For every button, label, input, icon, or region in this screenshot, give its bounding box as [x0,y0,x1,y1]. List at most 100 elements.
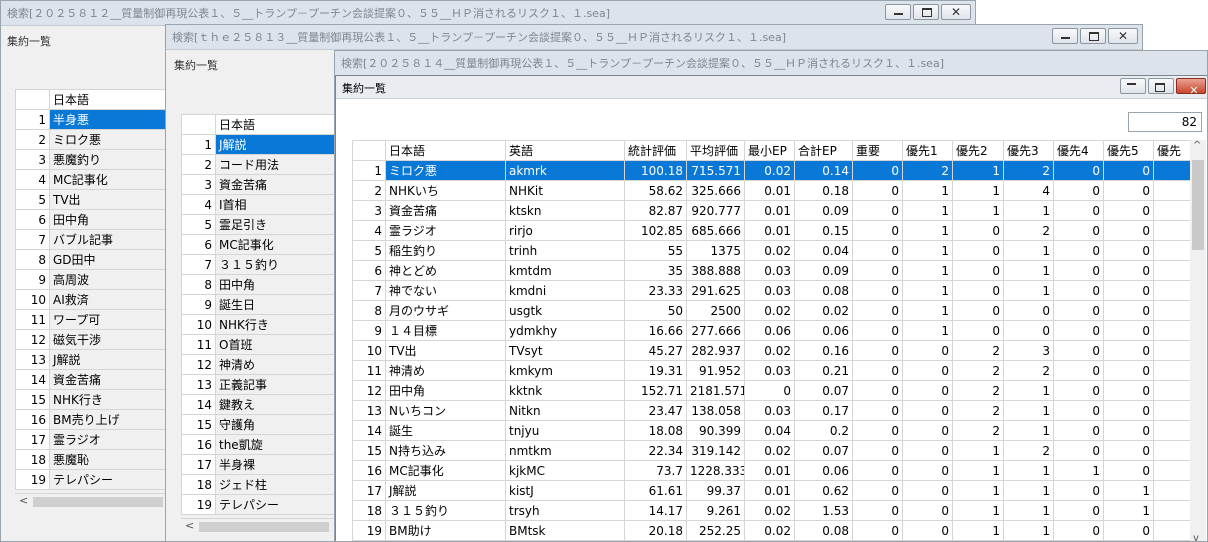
cell-priority-3[interactable]: 2 [1003,440,1054,461]
cell-japanese[interactable]: 資金苦痛 [215,174,337,195]
cell-priority-1[interactable]: 1 [902,200,953,221]
cell-priority-6[interactable] [1153,380,1191,401]
column-header-min-ep[interactable]: 最小EP [744,140,795,161]
cell-min-ep[interactable]: 0.03 [744,260,795,281]
cell-min-ep[interactable]: 0.02 [744,340,795,361]
table-row[interactable]: 5 稲生釣り trinh 55 1375 0.02 0.04 0 1 0 1 0 0 [352,240,1191,261]
scrollbar-thumb[interactable] [1192,160,1204,250]
cell-total-ep[interactable]: 0.16 [794,340,853,361]
cell-japanese[interactable]: テレパシー [49,469,168,490]
cell-total-ep[interactable]: 0.62 [794,480,853,501]
cell-stat-score[interactable]: 14.17 [624,500,687,521]
cell-priority-1[interactable]: 1 [902,260,953,281]
cell-priority-5[interactable]: 0 [1103,280,1154,301]
cell-priority-1[interactable]: 0 [902,400,953,421]
cell-japanese[interactable]: 神清め [385,360,506,381]
window-1-titlebar[interactable]: 検索[２０２５８１２__質量制御再現公表１、５__トランプ－プーチン会談提案０、… [1,1,975,26]
cell-important[interactable]: 0 [852,480,903,501]
cell-avg-score[interactable]: 920.777 [686,200,745,221]
cell-japanese[interactable]: テレパシー [215,494,337,515]
column-header-priority-3[interactable]: 優先3 [1003,140,1054,161]
cell-priority-1[interactable]: 1 [902,320,953,341]
cell-priority-4[interactable]: 0 [1053,360,1104,381]
column-header-japanese[interactable]: 日本語 [385,140,506,161]
cell-avg-score[interactable]: 2500 [686,300,745,321]
cell-priority-5[interactable]: 0 [1103,400,1154,421]
cell-japanese[interactable]: J解説 [215,134,337,155]
cell-avg-score[interactable]: 291.625 [686,280,745,301]
cell-priority-1[interactable]: 0 [902,500,953,521]
cell-priority-5[interactable]: 1 [1103,480,1154,501]
table-row[interactable]: 7 神でない kmdni 23.33 291.625 0.03 0.08 0 1 0 1 0 0 [352,280,1191,301]
cell-priority-6[interactable] [1153,200,1191,221]
table-row[interactable]: 1 半身悪 [15,109,168,130]
cell-priority-2[interactable]: 2 [952,360,1004,381]
minimize-button[interactable] [1052,28,1078,44]
cell-priority-6[interactable] [1153,400,1191,421]
table-row[interactable]: 11 O首班 [181,334,337,355]
cell-stat-score[interactable]: 20.18 [624,520,687,541]
cell-stat-score[interactable]: 100.18 [624,160,687,181]
cell-stat-score[interactable]: 82.87 [624,200,687,221]
cell-min-ep[interactable]: 0 [744,380,795,401]
close-button[interactable]: ✕ [1176,78,1206,97]
cell-priority-1[interactable]: 0 [902,460,953,481]
cell-priority-1[interactable]: 1 [902,280,953,301]
cell-priority-3[interactable]: 1 [1003,380,1054,401]
table-row[interactable]: 6 MC記事化 [181,234,337,255]
cell-priority-5[interactable]: 0 [1103,180,1154,201]
cell-important[interactable]: 0 [852,240,903,261]
scroll-down-icon[interactable]: v [1193,533,1199,541]
cell-english[interactable]: kktnk [505,380,625,401]
cell-avg-score[interactable]: 138.058 [686,400,745,421]
table-row[interactable]: 3 資金苦痛 [181,174,337,195]
table-row[interactable]: 14 資金苦痛 [15,369,168,390]
cell-japanese[interactable]: 磁気干渉 [49,329,168,350]
table-row[interactable]: 10 TV出 TVsyt 45.27 282.937 0.02 0.16 0 0 2 3 0 0 [352,340,1191,361]
cell-priority-4[interactable]: 0 [1053,400,1104,421]
column-header-total-ep[interactable]: 合計EP [794,140,853,161]
cell-japanese[interactable]: ジェド柱 [215,474,337,495]
cell-priority-4[interactable]: 0 [1053,320,1104,341]
cell-priority-3[interactable]: 1 [1003,500,1054,521]
cell-japanese[interactable]: ミロク悪 [49,129,168,150]
cell-priority-5[interactable]: 0 [1103,460,1154,481]
cell-total-ep[interactable]: 0.14 [794,160,853,181]
cell-stat-score[interactable]: 16.66 [624,320,687,341]
cell-stat-score[interactable]: 58.62 [624,180,687,201]
cell-japanese[interactable]: コード用法 [215,154,337,175]
column-header-priority-4[interactable]: 優先4 [1053,140,1104,161]
column-header-priority-1[interactable]: 優先1 [902,140,953,161]
cell-priority-3[interactable]: 0 [1003,300,1054,321]
table-row[interactable]: 19 BM助け BMtsk 20.18 252.25 0.02 0.08 0 0 1 1 0 0 [352,520,1191,541]
cell-priority-2[interactable]: 0 [952,300,1004,321]
column-header-japanese[interactable]: 日本語 [49,89,168,110]
cell-priority-4[interactable]: 0 [1053,260,1104,281]
cell-japanese[interactable]: 守護角 [215,414,337,435]
cell-min-ep[interactable]: 0.02 [744,440,795,461]
column-header-important[interactable]: 重要 [852,140,903,161]
cell-english[interactable]: BMtsk [505,520,625,541]
cell-japanese[interactable]: Nいちコン [385,400,506,421]
cell-avg-score[interactable]: 685.666 [686,220,745,241]
table-row[interactable]: 19 テレパシー [181,494,337,515]
cell-priority-4[interactable]: 0 [1053,500,1104,521]
cell-priority-2[interactable]: 1 [952,200,1004,221]
cell-total-ep[interactable]: 0.17 [794,400,853,421]
cell-priority-3[interactable]: 2 [1003,160,1054,181]
table-row[interactable]: 2 ミロク悪 [15,129,168,150]
cell-avg-score[interactable]: 1375 [686,240,745,261]
cell-priority-1[interactable]: 1 [902,180,953,201]
cell-japanese[interactable]: 悪魔釣り [49,149,168,170]
cell-english[interactable]: ydmkhy [505,320,625,341]
table-row[interactable]: 18 ジェド柱 [181,474,337,495]
cell-priority-5[interactable]: 0 [1103,260,1154,281]
cell-priority-4[interactable]: 0 [1053,420,1104,441]
cell-total-ep[interactable]: 0.02 [794,300,853,321]
cell-total-ep[interactable]: 0.06 [794,460,853,481]
cell-total-ep[interactable]: 0.15 [794,220,853,241]
column-header-stat-score[interactable]: 統計評価 [624,140,687,161]
cell-japanese[interactable]: NHK行き [215,314,337,335]
table-row[interactable]: 13 正義記事 [181,374,337,395]
cell-priority-3[interactable]: 1 [1003,280,1054,301]
